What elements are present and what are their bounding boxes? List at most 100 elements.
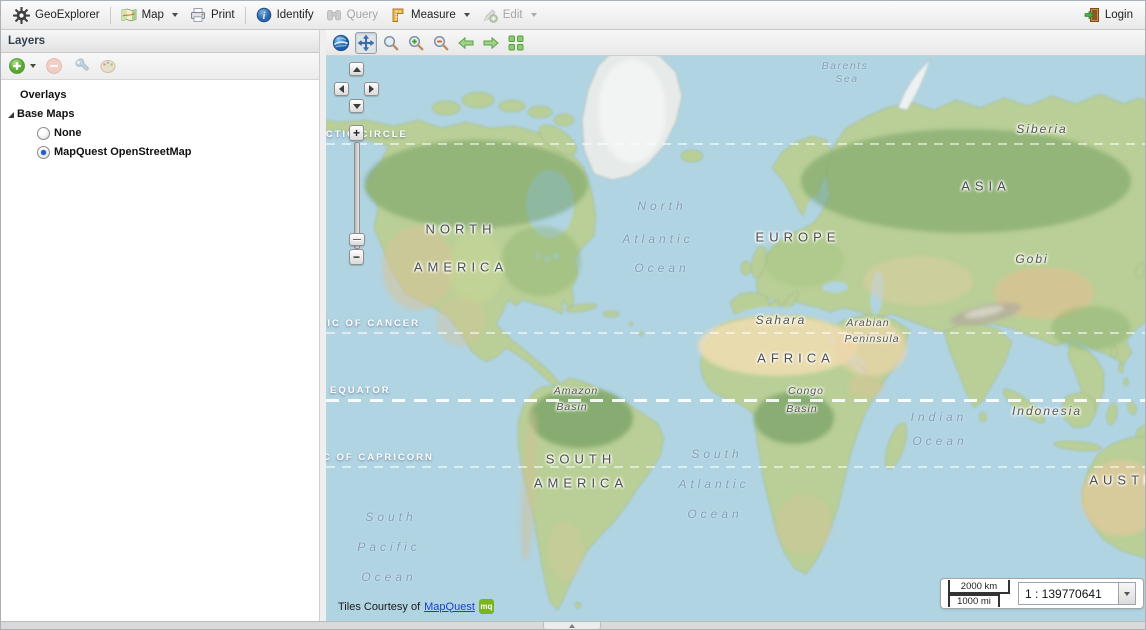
magnifier-icon	[382, 34, 400, 52]
max-extent-icon	[507, 34, 525, 52]
layers-panel-toolbar	[1, 53, 319, 80]
zoom-slider-handle[interactable]	[349, 233, 365, 246]
mapquest-link[interactable]: MapQuest	[424, 601, 475, 613]
chevron-down-icon	[464, 13, 470, 17]
print-button[interactable]: Print	[184, 3, 241, 27]
map-label: Ocean	[912, 434, 967, 448]
door-login-icon	[1084, 7, 1100, 23]
login-button[interactable]: Login	[1078, 3, 1139, 27]
map-label: EUROPE	[756, 230, 841, 245]
zoom-in-slider-button[interactable]: +	[349, 125, 364, 141]
latitude-line	[326, 332, 1146, 334]
max-extent-button[interactable]	[505, 32, 527, 54]
south-expand-tab[interactable]	[543, 622, 601, 630]
identify-button[interactable]: i Identify	[250, 3, 320, 27]
map-label: North	[637, 199, 686, 213]
chevron-down-icon	[30, 64, 36, 68]
previous-extent-button[interactable]	[455, 32, 477, 54]
next-extent-button[interactable]	[480, 32, 502, 54]
map-label: Ocean	[634, 261, 689, 275]
arrow-up-icon	[353, 67, 361, 72]
scale-combobox[interactable]: 1 : 139770641	[1018, 582, 1136, 605]
zoom-out-button[interactable]	[430, 32, 452, 54]
google-earth-button[interactable]	[330, 32, 352, 54]
expand-up-icon	[569, 624, 575, 628]
expander-icon[interactable]	[1, 111, 17, 119]
zoom-in-button[interactable]	[405, 32, 427, 54]
map-label: Pacific	[357, 540, 420, 554]
map-toolbar	[326, 30, 1146, 56]
radio-icon[interactable]	[37, 127, 50, 140]
brand: GeoExplorer	[7, 3, 106, 27]
svg-text:i: i	[262, 11, 265, 22]
map-label: Sea	[835, 73, 858, 85]
map-label: SOUTH	[546, 452, 617, 467]
base-map-options: NoneMapQuest OpenStreetMap	[1, 124, 319, 162]
add-layer-button[interactable]	[6, 55, 38, 77]
query-button: Query	[320, 3, 384, 27]
map-label: ASIA	[961, 179, 1011, 194]
mapquest-logo-icon: mq	[479, 599, 494, 614]
scale-value: 1 : 139770641	[1019, 587, 1118, 601]
map-label: Indonesia	[1012, 404, 1082, 418]
brand-label: GeoExplorer	[35, 3, 100, 27]
tree-node-base-maps[interactable]: Base Maps	[1, 105, 319, 124]
layers-tree: Overlays Base Maps NoneMapQuest OpenStre…	[1, 80, 319, 162]
toolbar-separator	[245, 7, 246, 24]
layer-styles-button	[97, 55, 119, 77]
map-label: South	[691, 447, 742, 461]
map-region: ARCTIC CIRCLETROPIC OF CANCEREQUATORTROP…	[326, 30, 1146, 621]
map-icon	[121, 7, 137, 23]
map-label: Arabian	[846, 317, 889, 329]
map-label: Ocean	[687, 507, 742, 521]
magnifier-minus-icon	[432, 34, 450, 52]
zoom-box-button[interactable]	[380, 32, 402, 54]
query-label: Query	[347, 3, 378, 27]
tree-node-overlays[interactable]: Overlays	[1, 86, 319, 105]
arrow-down-icon	[353, 104, 361, 109]
pan-up-button[interactable]	[349, 62, 364, 76]
binoculars-icon	[326, 7, 342, 23]
pan-arrows-icon	[357, 34, 375, 52]
pan-right-button[interactable]	[364, 82, 379, 96]
palette-icon	[99, 57, 117, 75]
map-menu-label: Map	[142, 3, 164, 27]
chevron-down-icon	[172, 13, 178, 17]
radio-selected-icon[interactable]	[37, 146, 50, 159]
combo-dropdown-button[interactable]	[1118, 583, 1135, 604]
pencil-icon	[482, 7, 498, 23]
map-menu-button[interactable]: Map	[115, 3, 184, 27]
scale-panel: 2000 km 1000 mi 1 : 139770641	[940, 578, 1144, 609]
chevron-down-icon	[1124, 592, 1130, 596]
map-label: AUSTRALIA	[1089, 473, 1146, 488]
toolbar-separator	[110, 7, 111, 24]
scale-km: 2000 km	[948, 580, 1010, 594]
arrow-left-icon	[457, 34, 475, 52]
map-label: Sahara	[756, 313, 807, 327]
pan-left-button[interactable]	[334, 82, 349, 96]
layer-properties-button	[70, 55, 92, 77]
map-label: NORTH	[426, 222, 497, 237]
zoom-out-slider-button[interactable]: −	[349, 249, 364, 265]
measure-menu-button[interactable]: Measure	[384, 3, 476, 27]
latitude-line	[326, 466, 1146, 468]
gear-logo-icon	[13, 7, 30, 24]
pan-tool-button[interactable]	[355, 32, 377, 54]
base-map-option[interactable]: None	[1, 124, 319, 143]
arrow-left-icon	[339, 85, 344, 93]
globe-3d-icon	[332, 34, 350, 52]
identify-label: Identify	[277, 3, 314, 27]
attribution: Tiles Courtesy of MapQuest mq	[338, 599, 494, 614]
map-label: Gobi	[1015, 252, 1048, 266]
latitude-label: EQUATOR	[330, 385, 391, 396]
overlays-label: Overlays	[20, 86, 66, 105]
map-label: Indian	[911, 410, 968, 424]
map-viewport[interactable]: ARCTIC CIRCLETROPIC OF CANCEREQUATORTROP…	[326, 56, 1146, 621]
top-toolbar: GeoExplorer Map Print	[1, 1, 1145, 30]
info-icon: i	[256, 7, 272, 23]
base-map-option[interactable]: MapQuest OpenStreetMap	[1, 143, 319, 162]
latitude-label: ARCTIC CIRCLE	[326, 129, 408, 140]
scale-bar: 2000 km 1000 mi	[948, 580, 1010, 607]
pan-down-button[interactable]	[349, 99, 364, 113]
arrow-right-icon	[369, 85, 374, 93]
